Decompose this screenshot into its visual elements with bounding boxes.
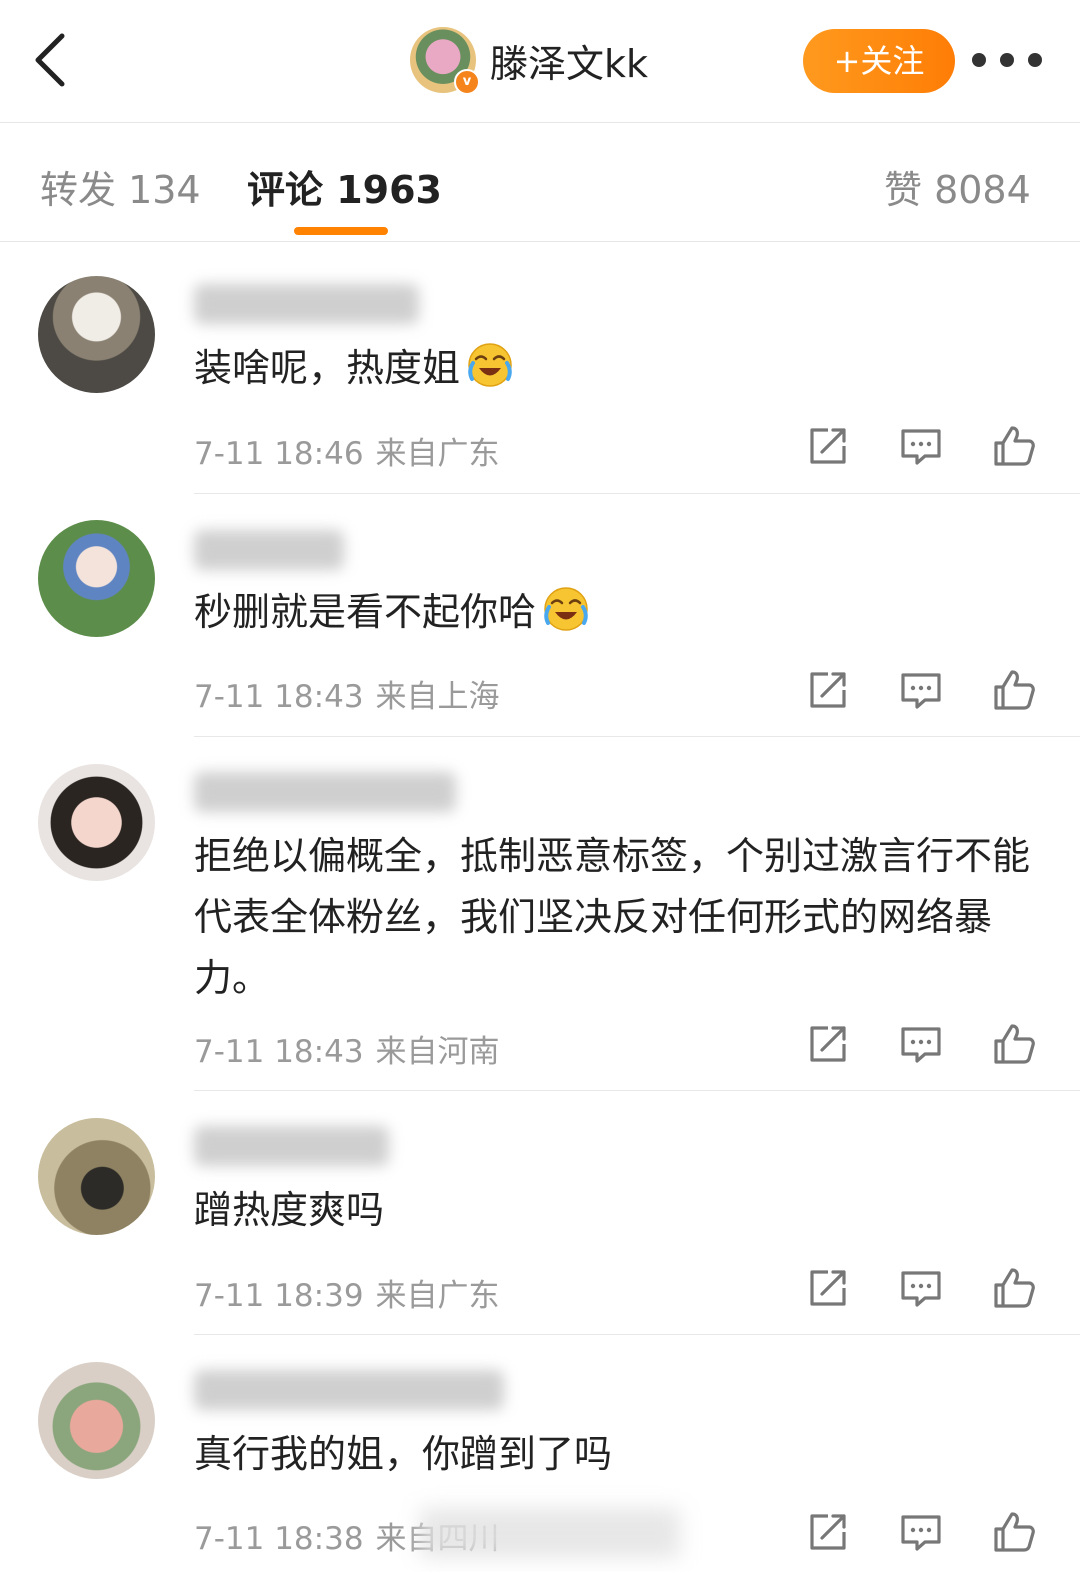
comment-actions <box>806 1510 1038 1554</box>
top-bar: v 滕泽文kk +关注 <box>0 0 1080 123</box>
reply-icon[interactable] <box>899 424 943 468</box>
laughing-crying-emoji-icon <box>542 585 590 633</box>
comment-actions <box>806 1022 1038 1066</box>
comment-actions <box>806 1266 1038 1310</box>
reply-icon[interactable] <box>899 1266 943 1310</box>
comment-time: 7-11 18:46 <box>194 436 364 472</box>
comment-text: 装啥呢，热度姐 <box>194 338 1034 399</box>
repost-icon[interactable] <box>806 424 850 468</box>
tab-likes[interactable]: 赞 8084 <box>884 159 1031 214</box>
more-dots-icon[interactable] <box>972 44 1042 76</box>
account-avatar[interactable]: v <box>410 27 480 95</box>
repost-icon[interactable] <box>806 668 850 712</box>
comment-location: 来自上海 <box>375 679 500 715</box>
divider <box>194 736 1080 737</box>
account-header[interactable]: v 滕泽文kk <box>410 24 648 96</box>
commenter-username[interactable] <box>194 1370 504 1410</box>
commenter-username[interactable] <box>194 530 344 570</box>
comment-actions <box>806 668 1038 712</box>
commenter-avatar[interactable] <box>38 276 155 393</box>
reply-icon[interactable] <box>899 1510 943 1554</box>
comment-actions <box>806 424 1038 468</box>
comment-text: 真行我的姐，你蹭到了吗 <box>194 1432 613 1476</box>
repost-icon[interactable] <box>806 1266 850 1310</box>
commenter-username[interactable] <box>194 1126 389 1166</box>
like-icon[interactable] <box>992 1266 1036 1310</box>
watermark-smudge <box>420 1508 680 1558</box>
comment-location: 来自河南 <box>375 1034 500 1070</box>
comment-time: 7-11 18:43 <box>194 1034 364 1070</box>
tab-bar: 转发 134 评论 1963 赞 8084 <box>0 123 1080 242</box>
comment-text: 拒绝以偏概全，抵制恶意标签，个别过激言行不能代表全体粉丝，我们坚决反对任何形式的… <box>194 834 1031 1000</box>
commenter-avatar[interactable] <box>38 764 155 881</box>
commenter-avatar[interactable] <box>38 520 155 637</box>
divider <box>194 493 1080 494</box>
comment-time: 7-11 18:43 <box>194 679 364 715</box>
comment-meta: 7-11 18:46 来自广东 <box>194 428 500 473</box>
commenter-username[interactable] <box>194 772 456 812</box>
comment-location: 来自广东 <box>375 1278 500 1314</box>
reply-icon[interactable] <box>899 1022 943 1066</box>
commenter-avatar[interactable] <box>38 1118 155 1235</box>
account-name[interactable]: 滕泽文kk <box>490 33 648 88</box>
repost-icon[interactable] <box>806 1022 850 1066</box>
back-icon[interactable] <box>28 30 76 90</box>
comment-time: 7-11 18:39 <box>194 1278 364 1314</box>
like-icon[interactable] <box>992 1022 1036 1066</box>
comment-meta: 7-11 18:43 来自上海 <box>194 671 500 716</box>
like-icon[interactable] <box>992 668 1036 712</box>
comment-meta: 7-11 18:39 来自广东 <box>194 1270 500 1315</box>
commenter-username[interactable] <box>194 284 419 324</box>
like-icon[interactable] <box>992 1510 1036 1554</box>
commenter-avatar[interactable] <box>38 1362 155 1479</box>
follow-button[interactable]: +关注 <box>803 29 955 93</box>
tab-comments[interactable]: 评论 1963 <box>247 159 442 214</box>
active-tab-indicator <box>294 227 388 235</box>
comment-meta: 7-11 18:43 来自河南 <box>194 1026 500 1071</box>
divider <box>194 1090 1080 1091</box>
comment-text: 蹭热度爽吗 <box>194 1188 385 1232</box>
reply-icon[interactable] <box>899 668 943 712</box>
tab-reposts[interactable]: 转发 134 <box>40 159 201 214</box>
comment-text: 秒删就是看不起你哈 <box>194 582 1034 643</box>
comment-time: 7-11 18:38 <box>194 1521 364 1557</box>
divider <box>194 1334 1080 1335</box>
comment-location: 来自广东 <box>375 436 500 472</box>
like-icon[interactable] <box>992 424 1036 468</box>
laughing-crying-emoji-icon <box>466 341 514 389</box>
verified-badge: v <box>454 69 480 95</box>
repost-icon[interactable] <box>806 1510 850 1554</box>
